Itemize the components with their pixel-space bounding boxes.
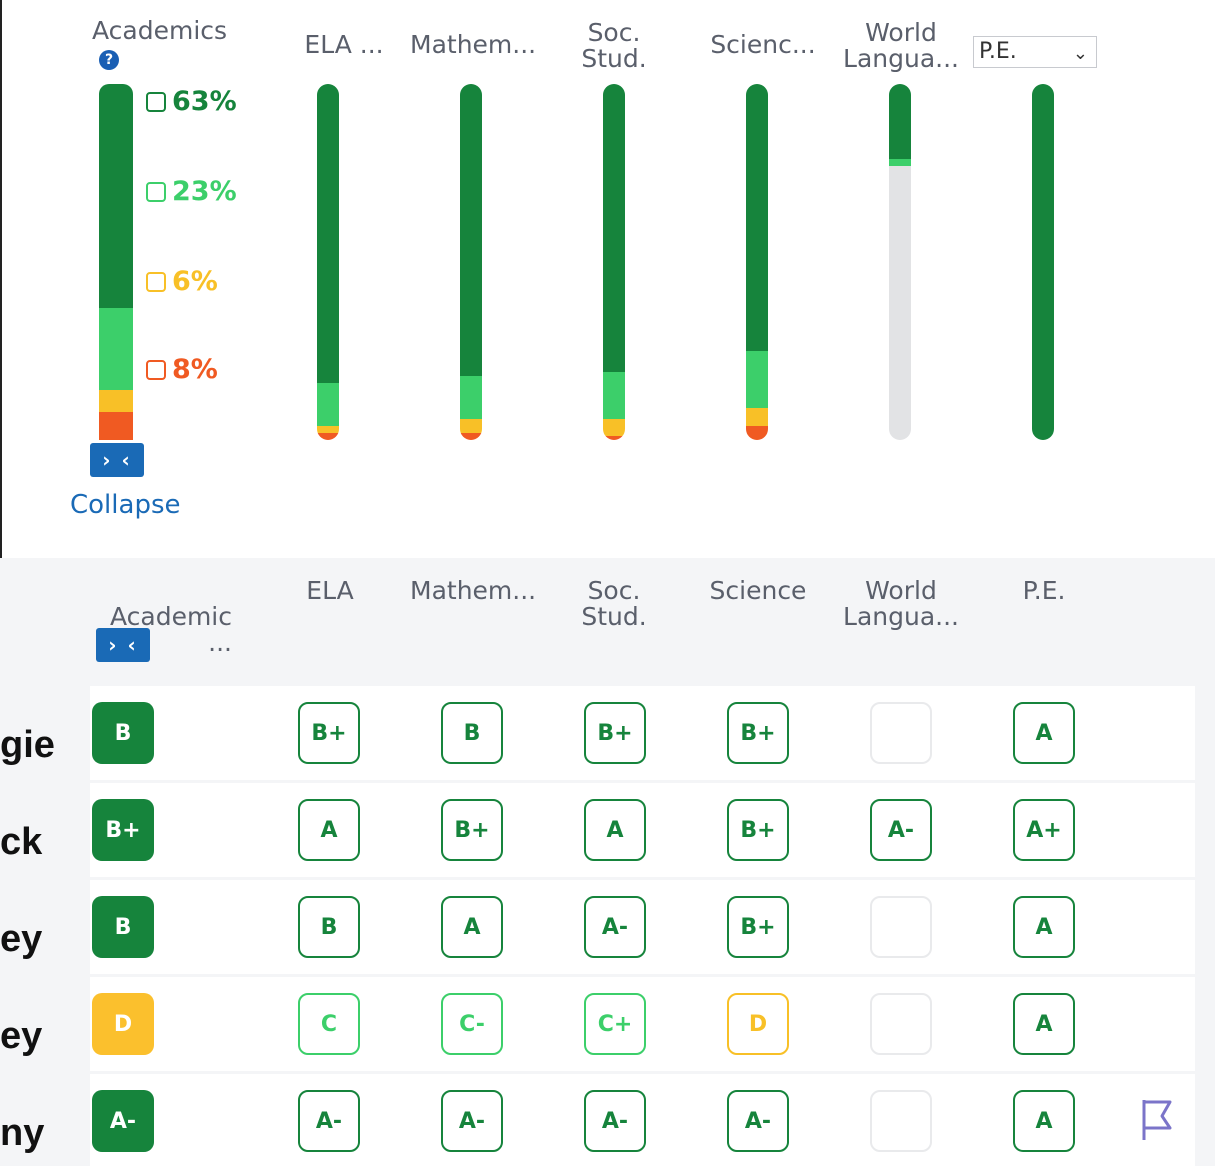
- grade-cell[interactable]: A-: [298, 1090, 360, 1152]
- table-header-social-studies[interactable]: Soc. Stud.: [566, 578, 662, 630]
- collapse-button[interactable]: › ‹: [90, 443, 144, 477]
- bar-segment-orange: [746, 425, 768, 440]
- bar-segment-light: [746, 351, 768, 408]
- overall-grade-badge[interactable]: B: [92, 896, 154, 958]
- column-header-science[interactable]: Scienc...: [700, 32, 826, 58]
- grade-cell[interactable]: A+: [1013, 799, 1075, 861]
- help-icon[interactable]: ?: [99, 50, 119, 70]
- checkbox[interactable]: [146, 359, 166, 380]
- chevron-down-icon: ⌄: [1072, 43, 1088, 64]
- grade-cell[interactable]: B: [441, 702, 503, 764]
- percent-dark-green[interactable]: 63%: [146, 86, 237, 117]
- student-name[interactable]: ck: [0, 821, 42, 864]
- checkbox[interactable]: [146, 181, 166, 202]
- grade-cell[interactable]: B+: [727, 702, 789, 764]
- bar-science: [746, 84, 768, 440]
- grade-cell[interactable]: A-: [727, 1090, 789, 1152]
- bar-segment-light: [99, 308, 133, 391]
- overall-grade-badge[interactable]: A-: [92, 1090, 154, 1152]
- table-header-science[interactable]: Science: [700, 578, 816, 604]
- bar-segment-dark: [603, 84, 625, 373]
- grade-cell[interactable]: A: [441, 896, 503, 958]
- bar-segment-orange: [460, 432, 482, 440]
- grade-cell[interactable]: A-: [441, 1090, 503, 1152]
- overall-grade-badge[interactable]: B+: [92, 799, 154, 861]
- grade-cell[interactable]: A: [298, 799, 360, 861]
- subject-select-value: P.E.: [979, 39, 1017, 64]
- grade-cell[interactable]: A: [1013, 993, 1075, 1055]
- grade-cell[interactable]: [870, 896, 932, 958]
- student-name[interactable]: ny: [0, 1112, 44, 1155]
- bar-social-studies: [603, 84, 625, 440]
- table-header-world-language[interactable]: World Langua...: [838, 578, 964, 630]
- bar-segment-none: [889, 165, 911, 440]
- bar-mathematics: [460, 84, 482, 440]
- bar-segment-yellow: [99, 390, 133, 412]
- grade-cell[interactable]: C+: [584, 993, 646, 1055]
- student-name[interactable]: gie: [0, 724, 55, 767]
- grade-cell[interactable]: A: [1013, 1090, 1075, 1152]
- bar-segment-dark: [1032, 84, 1054, 440]
- bar-academics: [99, 84, 133, 440]
- bar-segment-light: [460, 375, 482, 419]
- bar-segment-dark: [746, 84, 768, 351]
- bar-ela: [317, 84, 339, 440]
- grade-cell[interactable]: [870, 1090, 932, 1152]
- bar-segment-dark: [460, 84, 482, 376]
- grade-cell[interactable]: B+: [727, 799, 789, 861]
- bar-segment-yellow: [746, 407, 768, 426]
- grade-cell[interactable]: A-: [584, 1090, 646, 1152]
- overall-grade-badge[interactable]: B: [92, 702, 154, 764]
- academics-header: Academics: [92, 16, 228, 45]
- collapse-link[interactable]: Collapse: [70, 490, 181, 520]
- bar-world-language: [889, 84, 911, 440]
- bar-segment-light: [603, 372, 625, 419]
- bar-segment-light: [317, 383, 339, 426]
- grade-cell[interactable]: A-: [584, 896, 646, 958]
- grade-cell[interactable]: D: [727, 993, 789, 1055]
- bar-segment-yellow: [460, 418, 482, 433]
- bar-segment-yellow: [603, 418, 625, 437]
- percent-light-green[interactable]: 23%: [146, 176, 237, 207]
- bar-segment-dark: [99, 84, 133, 309]
- checkbox[interactable]: [146, 271, 166, 292]
- grade-cell[interactable]: A: [584, 799, 646, 861]
- flag-icon[interactable]: [1140, 1098, 1174, 1142]
- table-header-pe[interactable]: P.E.: [1004, 578, 1084, 604]
- overall-grade-badge[interactable]: D: [92, 993, 154, 1055]
- column-header-world-language[interactable]: World Langua...: [838, 20, 964, 72]
- grade-cell[interactable]: B+: [584, 702, 646, 764]
- table-header-ela[interactable]: ELA: [290, 578, 370, 604]
- bar-segment-dark: [317, 84, 339, 384]
- bar-segment-yellow: [317, 425, 339, 433]
- table-collapse-button[interactable]: › ‹: [96, 628, 150, 662]
- grade-cell[interactable]: B+: [298, 702, 360, 764]
- subject-select[interactable]: P.E. ⌄: [973, 36, 1097, 68]
- grade-cell[interactable]: A: [1013, 702, 1075, 764]
- percent-yellow[interactable]: 6%: [146, 266, 218, 297]
- bar-pe: [1032, 84, 1054, 440]
- column-header-ela[interactable]: ELA ...: [288, 32, 400, 58]
- grade-cell[interactable]: B: [298, 896, 360, 958]
- grade-cell[interactable]: B+: [727, 896, 789, 958]
- bar-segment-dark: [889, 84, 911, 159]
- grade-cell[interactable]: [870, 702, 932, 764]
- student-name[interactable]: ey: [0, 1015, 42, 1058]
- checkbox[interactable]: [146, 91, 166, 112]
- student-name[interactable]: ey: [0, 918, 42, 961]
- bar-segment-orange: [317, 432, 339, 440]
- bar-segment-orange: [603, 436, 625, 440]
- grade-cell[interactable]: A-: [870, 799, 932, 861]
- percent-orange[interactable]: 8%: [146, 354, 218, 385]
- column-header-mathematics[interactable]: Mathem...: [410, 32, 536, 58]
- grade-cell[interactable]: [870, 993, 932, 1055]
- bar-segment-light: [889, 158, 911, 166]
- table-header-mathematics[interactable]: Mathem...: [410, 578, 536, 604]
- grade-cell[interactable]: B+: [441, 799, 503, 861]
- grade-cell[interactable]: C-: [441, 993, 503, 1055]
- grade-cell[interactable]: A: [1013, 896, 1075, 958]
- grade-cell[interactable]: C: [298, 993, 360, 1055]
- bar-segment-orange: [99, 411, 133, 440]
